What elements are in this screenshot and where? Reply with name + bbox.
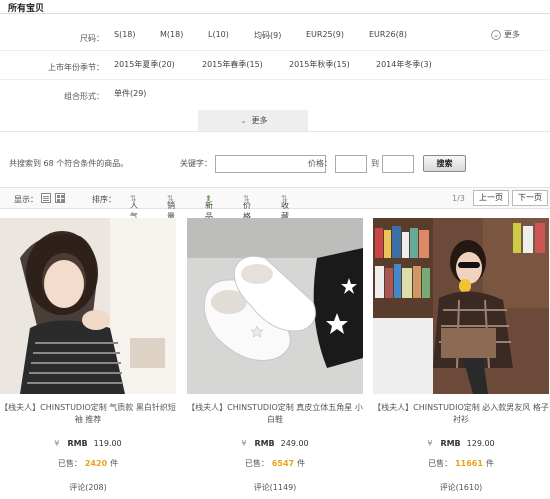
sort-new[interactable]: 新品 ⬆: [205, 194, 213, 221]
filter-combo-single[interactable]: 单件(29): [114, 88, 146, 99]
chevron-down-icon: ⌄: [491, 30, 501, 40]
display-label: 显示：: [14, 195, 38, 204]
product-image[interactable]: [373, 218, 549, 394]
currency-symbol: ¥: [241, 439, 247, 448]
sold-label: 已售：: [244, 459, 269, 468]
season-label: 上市年份季节：: [48, 63, 104, 72]
currency-code: RMB: [254, 439, 275, 448]
product-photo-white-shoes: [187, 218, 363, 394]
sold-unit: 件: [485, 459, 494, 468]
page-info: 1/3: [452, 194, 465, 203]
product-sold: 已售： 11661 件: [373, 458, 549, 469]
grid-view-icon[interactable]: [55, 193, 65, 203]
filter-size-m[interactable]: M(18): [160, 30, 183, 39]
more-right-label: 更多: [504, 30, 520, 39]
filter-season-2014-winter[interactable]: 2014年冬季(3): [376, 59, 432, 70]
filter-season-2015-summer[interactable]: 2015年夏季(20): [114, 59, 175, 70]
price-value: 129.00: [466, 439, 495, 448]
product-sold: 已售： 6547 件: [187, 458, 363, 469]
product-image[interactable]: [187, 218, 363, 394]
more-tab-label: 更多: [251, 116, 268, 125]
price-value: 249.00: [280, 439, 309, 448]
currency-code: RMB: [67, 439, 88, 448]
product-reviews[interactable]: 评论(1149): [187, 482, 363, 493]
product-name[interactable]: 【栈夫人】CHINSTUDIO定制 必入款男友风 格子衬衫: [373, 402, 549, 426]
sold-unit: 件: [297, 459, 306, 468]
sort-popularity[interactable]: 人气 ⇅: [130, 194, 138, 221]
sold-label: 已售：: [57, 459, 82, 468]
sold-unit: 件: [110, 459, 119, 468]
filter-more-tab[interactable]: ⌄ 更多: [198, 110, 308, 131]
sort-label: 排序：: [92, 195, 116, 204]
combo-label: 组合形式：: [64, 92, 104, 101]
filter-size-s[interactable]: S(18): [114, 30, 136, 39]
filter-size-eur26[interactable]: EUR26(8): [369, 30, 407, 39]
sort-bar: 显示： 排序： 人气 ⇅ 销量 ⇅ 新品 ⬆ 价格 ⇅ 收藏 ⇅ 1/3: [0, 187, 550, 221]
product-sold: 已售： 2420 件: [0, 458, 176, 469]
price-to-label: 到: [371, 159, 379, 168]
result-count-text: 共搜索到 68 个符合条件的商品。: [9, 159, 129, 168]
prev-page-button[interactable]: 上一页: [473, 190, 509, 206]
size-label: 尺码：: [80, 34, 104, 43]
search-button[interactable]: 搜索: [423, 155, 466, 172]
sort-sales[interactable]: 销量 ⇅: [167, 194, 175, 221]
product-photo-plaid-shirt: [373, 218, 549, 394]
filter-size-onesize[interactable]: 均码(9): [254, 30, 281, 41]
filter-season-2015-autumn[interactable]: 2015年秋季(15): [289, 59, 350, 70]
list-view-icon[interactable]: [41, 193, 51, 203]
sold-count: 2420: [84, 459, 108, 468]
filter-size-eur25[interactable]: EUR25(9): [306, 30, 344, 39]
filter-size-l[interactable]: L(10): [208, 30, 229, 39]
product-photo-woman-knit-top: [0, 218, 176, 394]
product-image[interactable]: [0, 218, 176, 394]
chevron-down-icon: ⌄: [240, 117, 247, 125]
product-reviews[interactable]: 评论(208): [0, 482, 176, 493]
sold-count: 11661: [455, 459, 483, 468]
product-price: ¥ RMB 129.00: [373, 439, 549, 448]
next-page-button[interactable]: 下一页: [512, 190, 548, 206]
product-card[interactable]: 【栈夫人】CHINSTUDIO定制 必入款男友风 格子衬衫 ¥ RMB 129.00…: [373, 218, 549, 499]
filter-divider: [0, 79, 550, 80]
product-reviews[interactable]: 评论(1610): [373, 482, 549, 493]
product-card[interactable]: 【栈夫人】CHINSTUDIO定制 气质款 黑白针织短袖 推荐 ¥ RMB 119.…: [0, 218, 176, 499]
filter-divider: [0, 50, 550, 51]
product-name[interactable]: 【栈夫人】CHINSTUDIO定制 真皮立体五角星 小白鞋: [187, 402, 363, 426]
price-label: 价格：: [308, 159, 332, 168]
product-card[interactable]: 【栈夫人】CHINSTUDIO定制 真皮立体五角星 小白鞋 ¥ RMB 249.00…: [187, 218, 363, 499]
price-min-input[interactable]: [335, 155, 367, 173]
currency-code: RMB: [440, 439, 461, 448]
filter-more-right[interactable]: ⌄ 更多: [491, 29, 520, 40]
currency-symbol: ¥: [427, 439, 433, 448]
filter-bottom-divider: [0, 131, 550, 132]
sort-favorites[interactable]: 收藏 ⇅: [281, 194, 289, 221]
title-divider: [0, 13, 550, 14]
product-name[interactable]: 【栈夫人】CHINSTUDIO定制 气质款 黑白针织短袖 推荐: [0, 402, 176, 426]
keyword-label: 关键字：: [180, 159, 212, 168]
sold-count: 6547: [271, 459, 295, 468]
product-price: ¥ RMB 119.00: [0, 439, 176, 448]
filter-season-2015-spring[interactable]: 2015年春季(15): [202, 59, 263, 70]
sold-label: 已售：: [428, 459, 453, 468]
currency-symbol: ¥: [54, 439, 60, 448]
price-max-input[interactable]: [382, 155, 414, 173]
sort-price[interactable]: 价格 ⇅: [243, 194, 251, 221]
product-price: ¥ RMB 249.00: [187, 439, 363, 448]
price-value: 119.00: [93, 439, 122, 448]
